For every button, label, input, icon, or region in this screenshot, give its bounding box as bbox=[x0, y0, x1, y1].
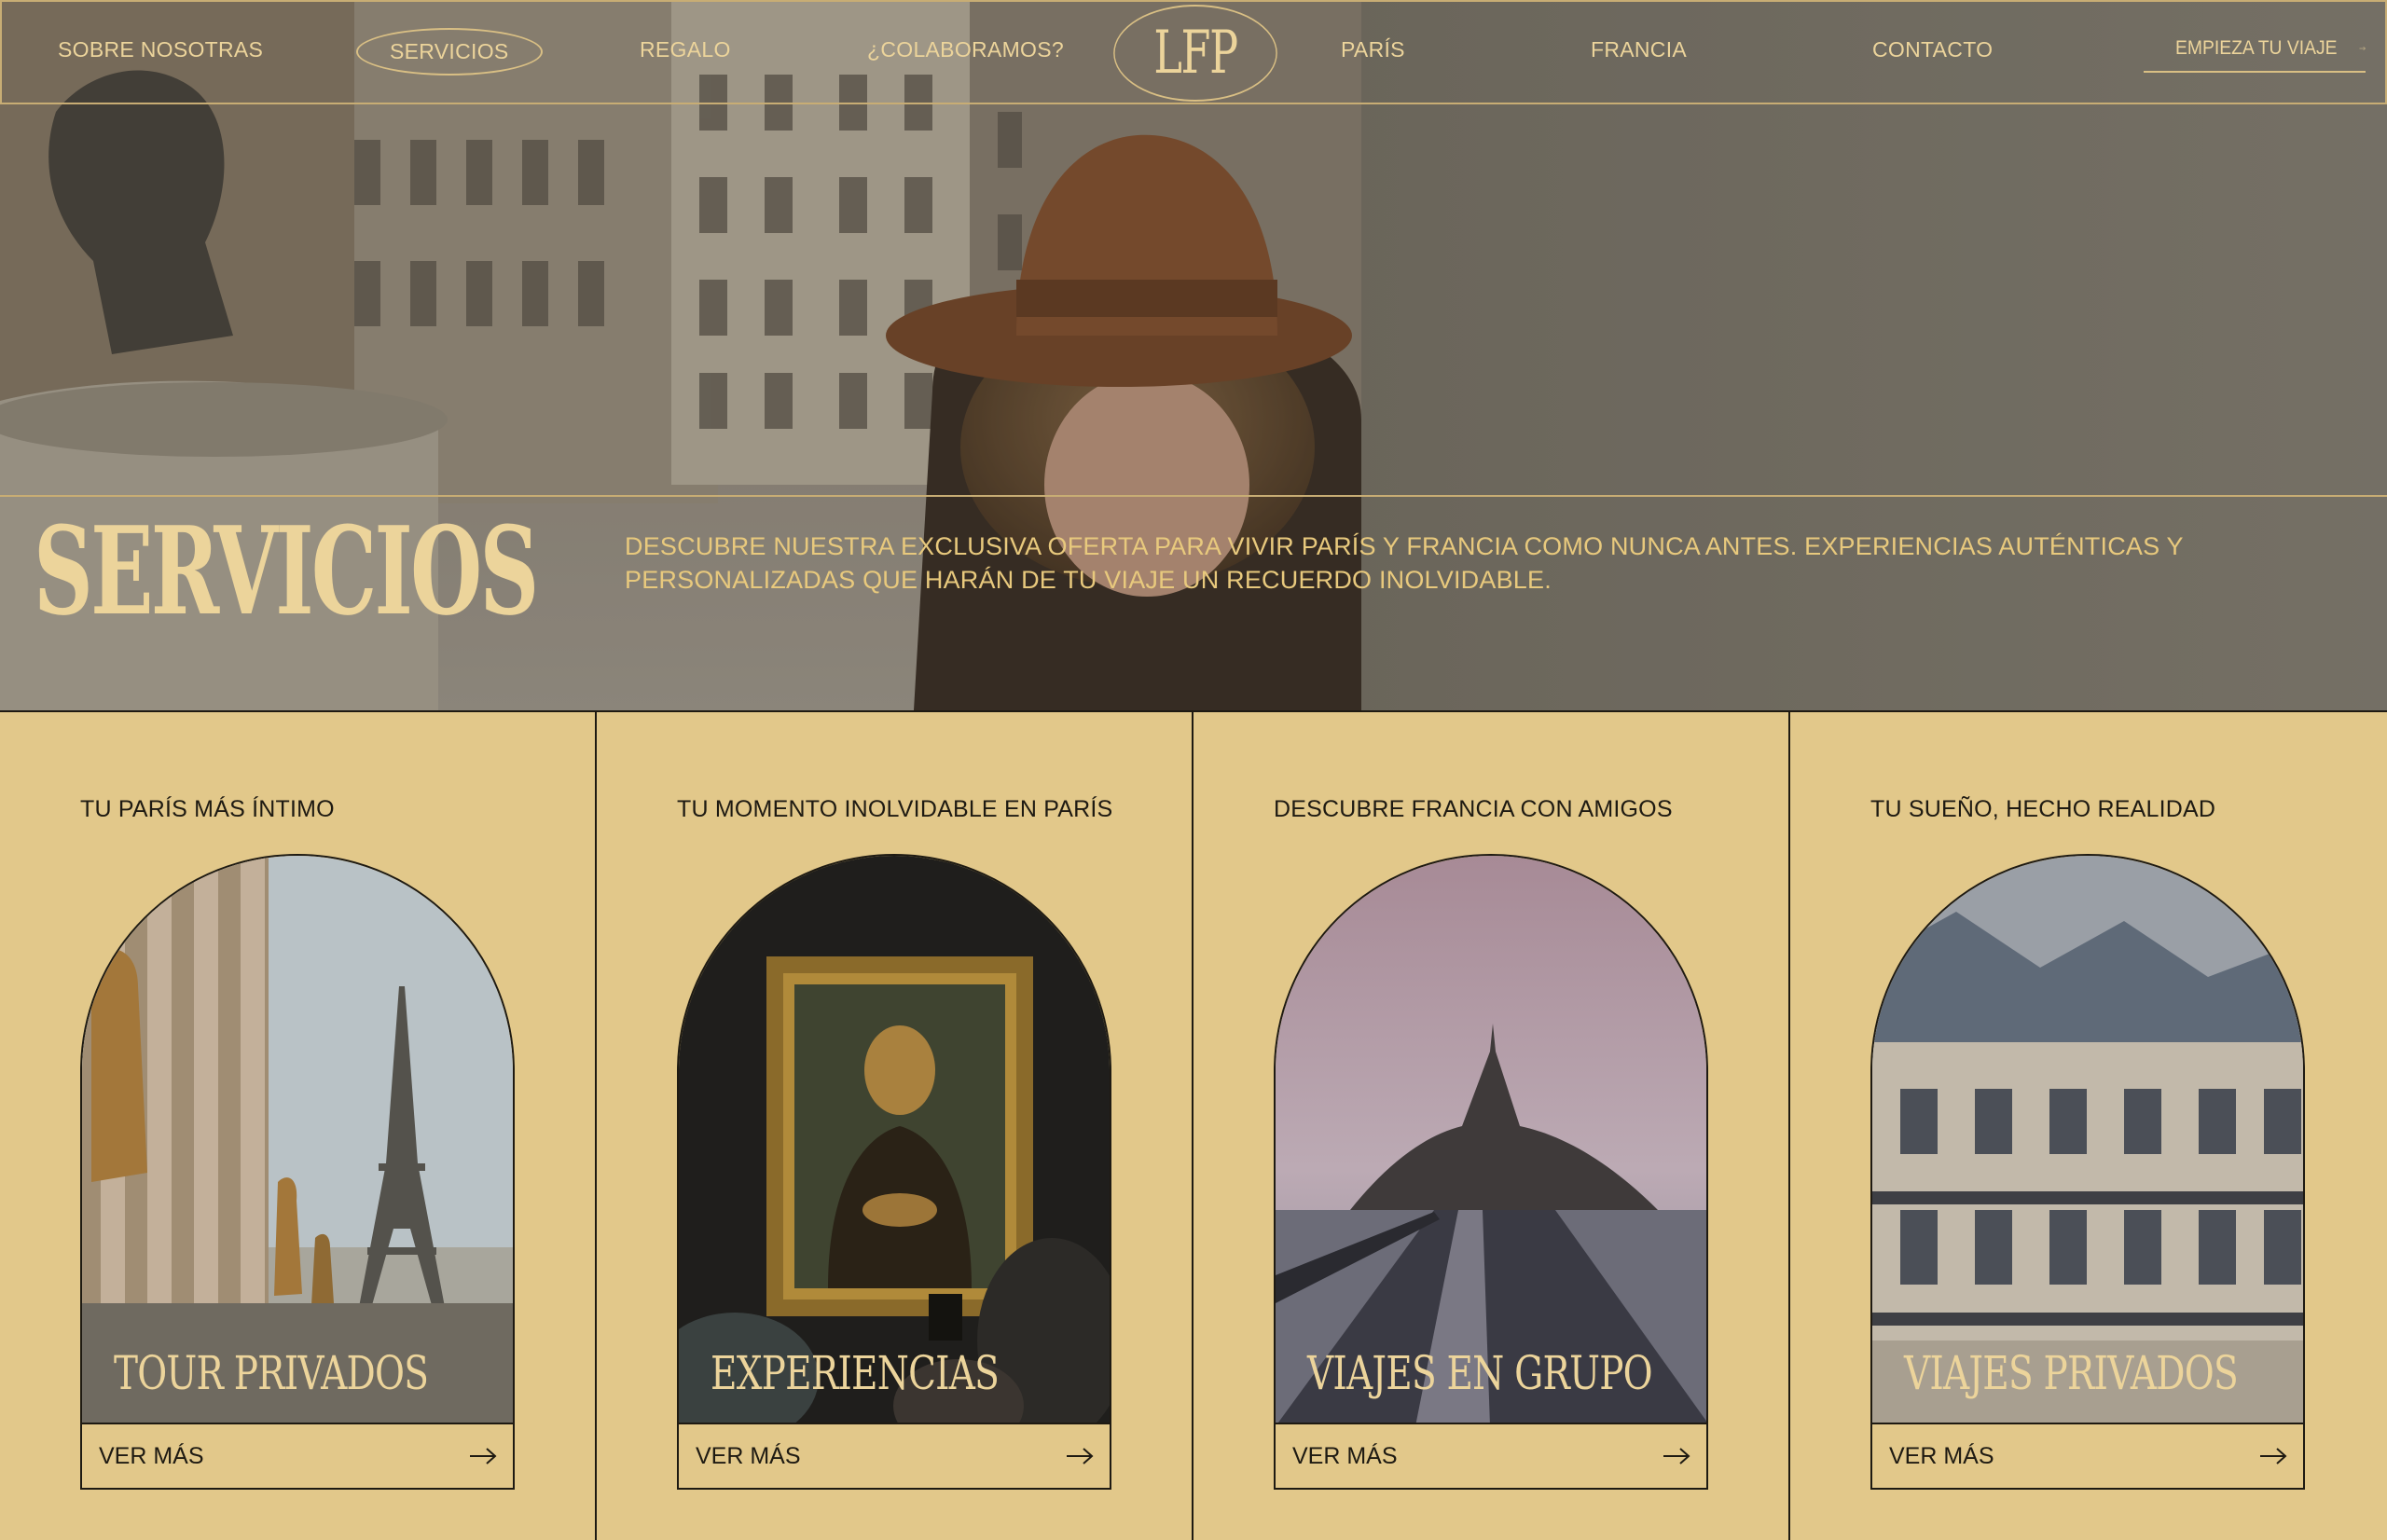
site-logo[interactable]: LFP bbox=[1113, 5, 1277, 102]
page-title: SERVICIOS bbox=[34, 500, 539, 642]
hero-divider bbox=[0, 495, 2387, 497]
mont-saint-michel-photo[interactable]: VIAJES EN GRUPO bbox=[1274, 854, 1708, 1424]
hero-description: DESCUBRE NUESTRA EXCLUSIVA OFERTA PARA V… bbox=[625, 532, 2184, 594]
main-nav: SOBRE NOSOTRAS SERVICIOS REGALO ¿COLABOR… bbox=[0, 0, 2387, 104]
card-title: VIAJES EN GRUPO bbox=[1307, 1346, 1653, 1400]
card-title: VIAJES PRIVADOS bbox=[1904, 1346, 2239, 1400]
service-card-experiencias: TU MOMENTO INOLVIDABLE EN PARÍS EXPERIEN… bbox=[597, 712, 1194, 1540]
nav-link-paris[interactable]: PARÍS bbox=[1341, 37, 1405, 62]
ver-mas-label: VER MÁS bbox=[1292, 1442, 1398, 1469]
empieza-tu-viaje-button[interactable]: EMPIEZA TU VIAJE bbox=[2144, 26, 2366, 73]
service-card-viajes-privados: TU SUEÑO, HECHO REALIDAD VIAJES PRIVADOS… bbox=[1790, 712, 2387, 1540]
card-tagline: TU PARÍS MÁS ÍNTIMO bbox=[80, 796, 335, 822]
card-title: TOUR PRIVADOS bbox=[114, 1346, 429, 1400]
ver-mas-button[interactable]: VER MÁS bbox=[677, 1423, 1111, 1490]
nav-link-regalo[interactable]: REGALO bbox=[640, 37, 731, 62]
arrow-right-icon bbox=[1067, 1448, 1094, 1464]
ver-mas-label: VER MÁS bbox=[99, 1442, 204, 1469]
mona-lisa-photo[interactable]: EXPERIENCIAS bbox=[677, 854, 1111, 1424]
card-title: EXPERIENCIAS bbox=[711, 1346, 1000, 1400]
card-tagline: TU SUEÑO, HECHO REALIDAD bbox=[1870, 796, 2216, 822]
service-card-viajes-en-grupo: DESCUBRE FRANCIA CON AMIGOS VIAJES EN GR… bbox=[1194, 712, 1790, 1540]
cta-label: EMPIEZA TU VIAJE bbox=[2175, 37, 2338, 59]
arrow-right-icon bbox=[470, 1448, 497, 1464]
hero-section: SOBRE NOSOTRAS SERVICIOS REGALO ¿COLABOR… bbox=[0, 0, 2387, 710]
card-tagline: TU MOMENTO INOLVIDABLE EN PARÍS bbox=[677, 796, 1113, 822]
ver-mas-label: VER MÁS bbox=[696, 1442, 801, 1469]
arrow-right-icon bbox=[2260, 1448, 2287, 1464]
nav-link-colaboramos[interactable]: ¿COLABORAMOS? bbox=[867, 37, 1064, 62]
services-grid: TU PARÍS MÁS ÍNTIMO TOUR PRIVADOS VER MÁ… bbox=[0, 710, 2387, 1540]
paris-building-photo[interactable]: VIAJES PRIVADOS bbox=[1870, 854, 2305, 1424]
nav-link-sobre-nosotras[interactable]: SOBRE NOSOTRAS bbox=[58, 37, 263, 62]
ver-mas-button[interactable]: VER MÁS bbox=[80, 1423, 515, 1490]
nav-link-servicios[interactable]: SERVICIOS bbox=[356, 28, 543, 76]
ver-mas-label: VER MÁS bbox=[1889, 1442, 1994, 1469]
ver-mas-button[interactable]: VER MÁS bbox=[1870, 1423, 2305, 1490]
arrow-right-icon bbox=[1663, 1448, 1690, 1464]
nav-link-contacto[interactable]: CONTACTO bbox=[1872, 37, 1993, 62]
arrow-right-icon bbox=[2359, 46, 2366, 51]
ver-mas-button[interactable]: VER MÁS bbox=[1274, 1423, 1708, 1490]
nav-link-francia[interactable]: FRANCIA bbox=[1591, 37, 1687, 62]
service-card-tour-privados: TU PARÍS MÁS ÍNTIMO TOUR PRIVADOS VER MÁ… bbox=[0, 712, 597, 1540]
card-tagline: DESCUBRE FRANCIA CON AMIGOS bbox=[1274, 796, 1673, 822]
eiffel-tower-photo[interactable]: TOUR PRIVADOS bbox=[80, 854, 515, 1424]
